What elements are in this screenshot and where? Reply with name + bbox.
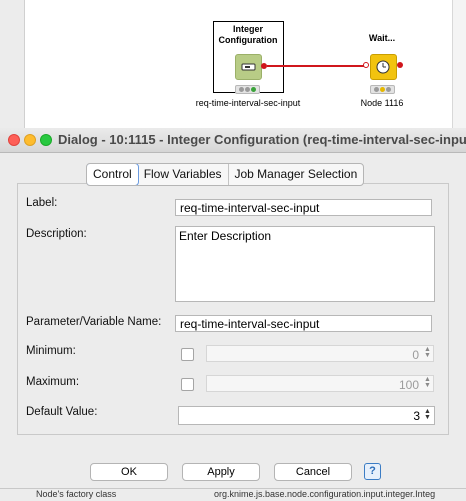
maximize-window-button[interactable] <box>40 134 52 146</box>
wait-node-status-indicator <box>370 85 395 94</box>
default-value-label: Default Value: <box>26 406 98 418</box>
minimum-checkbox[interactable] <box>181 348 194 361</box>
maximum-label: Maximum: <box>26 376 80 388</box>
minimum-stepper-icon[interactable]: ▲ ▼ <box>424 346 431 359</box>
minimum-label: Minimum: <box>26 345 76 357</box>
minimum-spinner[interactable]: 0 <box>206 345 434 362</box>
minimize-window-button[interactable] <box>24 134 36 146</box>
tab-flow-variables[interactable]: Flow Variables <box>138 164 229 185</box>
canvas-scrollbar[interactable] <box>452 0 466 128</box>
footer-right-text: org.knime.js.base.node.configuration.inp… <box>214 489 436 499</box>
close-window-button[interactable] <box>8 134 20 146</box>
help-icon[interactable]: ? <box>364 463 381 480</box>
label-field-label: Label: <box>26 197 58 209</box>
canvas-left-edge <box>0 0 25 128</box>
maximum-spinner[interactable]: 100 <box>206 375 434 392</box>
maximum-checkbox[interactable] <box>181 378 194 391</box>
tab-control[interactable]: Control <box>87 164 139 185</box>
dialog-title: Dialog - 10:1115 - Integer Configuration… <box>58 132 466 147</box>
default-value: 3 <box>413 409 420 423</box>
control-panel <box>17 183 449 435</box>
footer-strip: Node's factory class org.knime.js.base.n… <box>0 488 466 501</box>
node-label-wait[interactable]: Node 1116 <box>350 98 414 108</box>
footer-left-text: Node's factory class <box>36 489 117 499</box>
connection-line[interactable] <box>267 65 364 67</box>
node-status-indicator <box>235 85 260 94</box>
maximum-stepper-icon[interactable]: ▲ ▼ <box>424 376 431 389</box>
input-port-icon[interactable] <box>363 62 369 68</box>
default-value-spinner[interactable]: 3 <box>178 406 435 425</box>
ok-button[interactable]: OK <box>90 463 168 481</box>
default-value-stepper-icon[interactable]: ▲ ▼ <box>424 408 431 421</box>
apply-button[interactable]: Apply <box>182 463 260 481</box>
clock-icon[interactable] <box>370 54 397 80</box>
description-textarea[interactable]: Enter Description <box>175 226 435 302</box>
integer-config-icon[interactable] <box>235 54 262 80</box>
label-input[interactable]: req-time-interval-sec-input <box>175 199 432 216</box>
param-name-label: Parameter/Variable Name: <box>26 316 162 328</box>
node-title-wait: Wait... <box>368 33 396 43</box>
param-name-input[interactable]: req-time-interval-sec-input <box>175 315 432 332</box>
minimum-value: 0 <box>412 348 419 362</box>
node-title-integer-config: Integer Configuration <box>218 24 278 45</box>
tab-bar: Control Flow Variables Job Manager Selec… <box>86 163 365 186</box>
description-label: Description: <box>26 228 87 240</box>
node-label-integer-config[interactable]: req-time-interval-sec-input <box>188 98 308 108</box>
maximum-value: 100 <box>398 378 419 392</box>
wait-output-port-icon[interactable] <box>397 62 403 68</box>
tab-job-manager-selection[interactable]: Job Manager Selection <box>229 164 364 185</box>
cancel-button[interactable]: Cancel <box>274 463 352 481</box>
